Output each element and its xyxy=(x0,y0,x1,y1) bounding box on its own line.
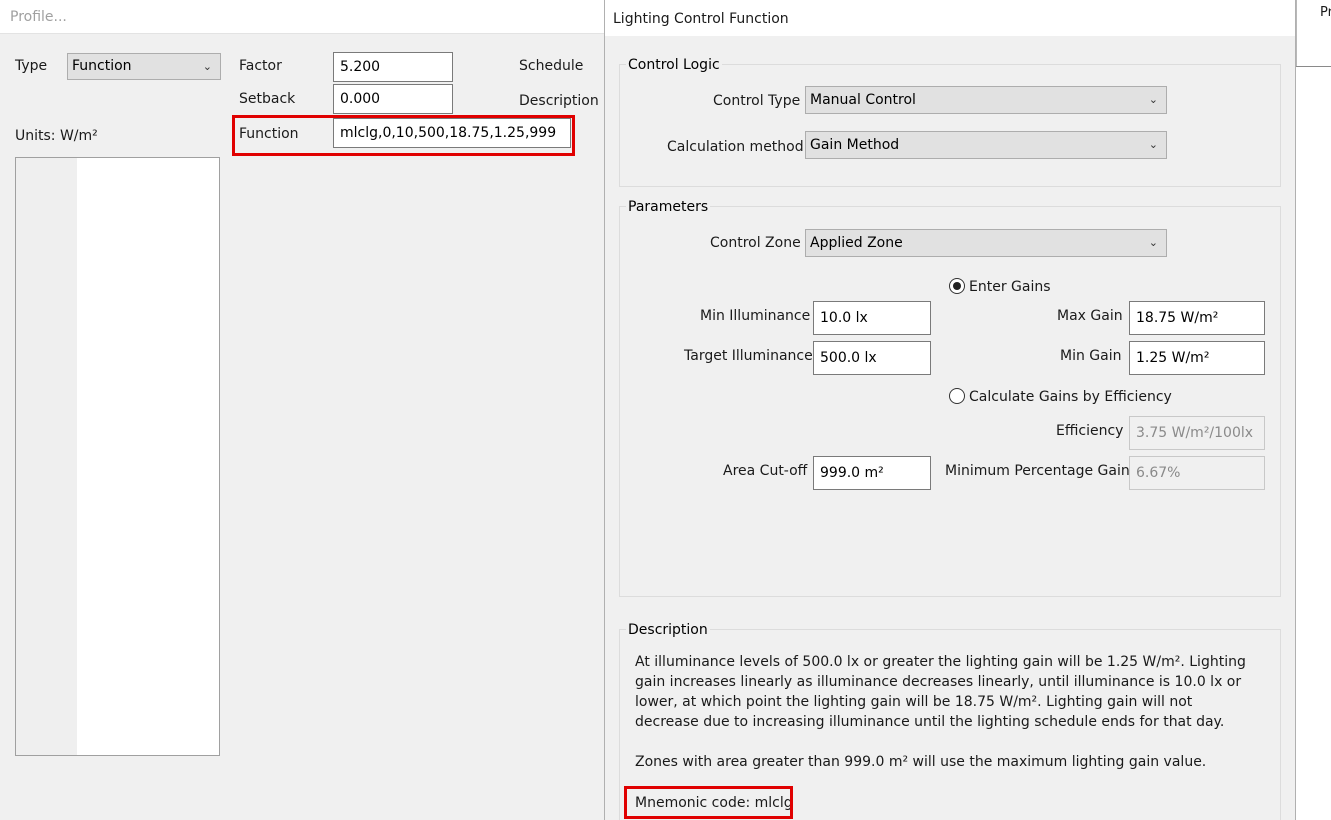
chevron-down-icon: ⌄ xyxy=(202,60,212,73)
calc-method-label: Calculation method xyxy=(667,139,804,155)
profile-titlebar: Profile... xyxy=(0,0,604,34)
efficiency-label: Efficiency xyxy=(1056,423,1124,439)
description-line-5: Zones with area greater than 999.0 m² wi… xyxy=(635,754,1207,770)
type-value: Function xyxy=(72,58,132,74)
description-line-1: At illuminance levels of 500.0 lx or gre… xyxy=(635,654,1246,670)
enter-gains-label[interactable]: Enter Gains xyxy=(969,278,1051,296)
min-pct-gain-label: Minimum Percentage Gain xyxy=(945,463,1130,479)
control-type-combo[interactable]: Manual Control ⌄ xyxy=(805,86,1167,114)
profile-window: Profile... Type Function ⌄ Factor 5.200 … xyxy=(0,0,604,820)
min-gain-input[interactable]: 1.25 W/m² xyxy=(1129,341,1265,375)
factor-input[interactable]: 5.200 xyxy=(333,52,453,82)
description-line-4: decrease due to increasing illuminance u… xyxy=(635,714,1225,730)
control-zone-label: Control Zone xyxy=(710,235,801,251)
enter-gains-radio[interactable] xyxy=(949,278,965,294)
lighting-control-dialog: Lighting Control Function Control Logic … xyxy=(604,0,1296,820)
dialog-title: Lighting Control Function xyxy=(613,11,789,27)
chevron-down-icon: ⌄ xyxy=(1148,138,1158,151)
min-gain-label: Min Gain xyxy=(1060,348,1122,364)
min-pct-gain-input: 6.67% xyxy=(1129,456,1265,490)
control-type-label: Control Type xyxy=(713,93,801,109)
description-title: Description xyxy=(626,621,710,639)
schedule-label: Schedule xyxy=(519,58,584,74)
control-type-value: Manual Control xyxy=(810,92,916,108)
type-label: Type xyxy=(15,58,48,74)
target-illuminance-label: Target Illuminance xyxy=(684,348,813,364)
chevron-down-icon: ⌄ xyxy=(1148,93,1158,106)
target-illuminance-input[interactable]: 500.0 lx xyxy=(813,341,931,375)
parameters-title: Parameters xyxy=(626,198,711,216)
function-highlight-box xyxy=(232,115,575,156)
description-line-3: lower, at which point the lighting gain … xyxy=(635,694,1193,710)
type-combo[interactable]: Function ⌄ xyxy=(67,53,221,80)
dialog-titlebar: Lighting Control Function xyxy=(605,0,1295,36)
area-cutoff-input[interactable]: 999.0 m² xyxy=(813,456,931,490)
min-illuminance-input[interactable]: 10.0 lx xyxy=(813,301,931,335)
profile-title: Profile... xyxy=(10,9,67,25)
calc-by-efficiency-label[interactable]: Calculate Gains by Efficiency xyxy=(969,388,1172,406)
graph-left-margin xyxy=(16,158,77,755)
background-window-right: Pr xyxy=(1296,0,1331,820)
calc-by-efficiency-radio[interactable] xyxy=(949,388,965,404)
max-gain-input[interactable]: 18.75 W/m² xyxy=(1129,301,1265,335)
control-logic-title: Control Logic xyxy=(626,56,722,74)
description-line-2: gain increases linearly as illuminance d… xyxy=(635,674,1242,690)
description-text: At illuminance levels of 500.0 lx or gre… xyxy=(635,652,1255,772)
setback-input[interactable]: 0.000 xyxy=(333,84,453,114)
description-label: Description xyxy=(519,93,599,109)
control-zone-value: Applied Zone xyxy=(810,235,903,251)
chevron-down-icon: ⌄ xyxy=(1148,236,1158,249)
setback-label: Setback xyxy=(239,91,296,107)
parameters-group xyxy=(619,206,1281,597)
calc-method-combo[interactable]: Gain Method ⌄ xyxy=(805,131,1167,159)
calc-method-value: Gain Method xyxy=(810,137,900,153)
control-logic-group xyxy=(619,64,1281,187)
factor-label: Factor xyxy=(239,58,282,74)
min-illuminance-label: Min Illuminance xyxy=(700,308,811,324)
right-edge-text: Pr xyxy=(1320,5,1331,20)
max-gain-label: Max Gain xyxy=(1057,308,1123,324)
efficiency-input: 3.75 W/m²/100lx xyxy=(1129,416,1265,450)
profile-graph-area[interactable] xyxy=(15,157,220,756)
area-cutoff-label: Area Cut-off xyxy=(723,463,808,479)
control-zone-combo[interactable]: Applied Zone ⌄ xyxy=(805,229,1167,257)
units-label: Units: W/m² xyxy=(15,128,98,144)
mnemonic-highlight-box xyxy=(624,786,793,819)
